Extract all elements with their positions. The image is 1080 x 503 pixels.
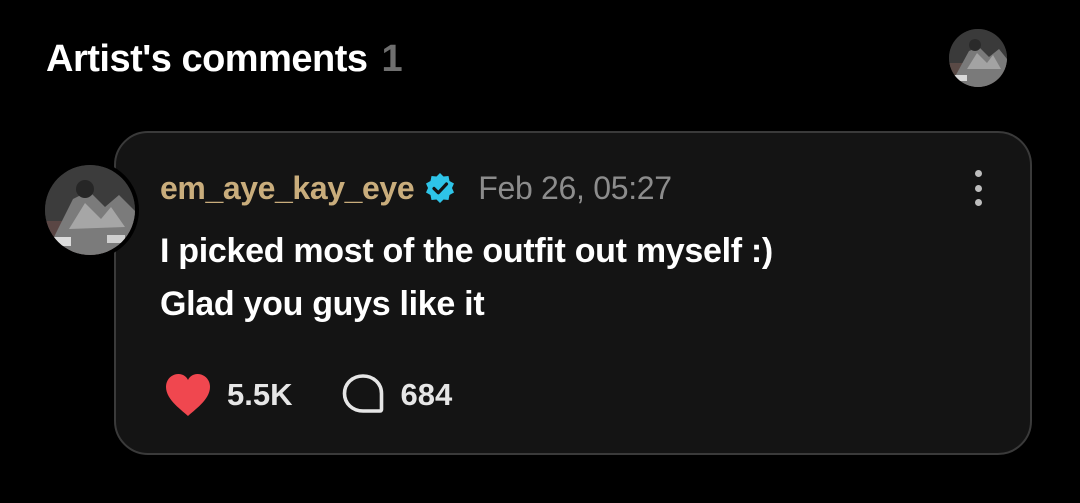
heart-icon bbox=[166, 374, 210, 416]
more-options-icon[interactable] bbox=[968, 170, 988, 206]
comment-date: Feb 26, 05:27 bbox=[478, 169, 672, 206]
like-button[interactable]: 5.5K bbox=[163, 372, 292, 418]
section-header: Artist's comments 1 bbox=[46, 38, 403, 81]
comment-text: I picked most of the outfit out myself :… bbox=[160, 225, 773, 331]
section-title: Artist's comments bbox=[46, 38, 368, 80]
like-count: 5.5K bbox=[227, 377, 293, 412]
comment-actions: 5.5K 684 bbox=[163, 372, 452, 418]
reply-count: 684 bbox=[400, 377, 453, 412]
speech-bubble-icon bbox=[343, 374, 384, 413]
username-link[interactable]: em_aye_kay_eye bbox=[160, 170, 415, 207]
dot bbox=[974, 184, 982, 192]
dot bbox=[974, 199, 982, 206]
comment-count: 1 bbox=[381, 38, 403, 80]
comment-meta: em_aye_kay_eye Feb 26, 05:27 bbox=[160, 168, 672, 208]
reply-button[interactable]: 684 bbox=[340, 372, 452, 418]
avatar-image bbox=[45, 165, 135, 255]
comment-line: I picked most of the outfit out myself :… bbox=[160, 232, 773, 270]
avatar-image bbox=[949, 29, 1007, 87]
commenter-avatar[interactable] bbox=[45, 165, 135, 255]
comment-line: Glad you guys like it bbox=[160, 285, 485, 323]
verified-badge-icon bbox=[426, 173, 455, 203]
artist-avatar[interactable] bbox=[949, 29, 1007, 87]
dot bbox=[974, 170, 982, 177]
